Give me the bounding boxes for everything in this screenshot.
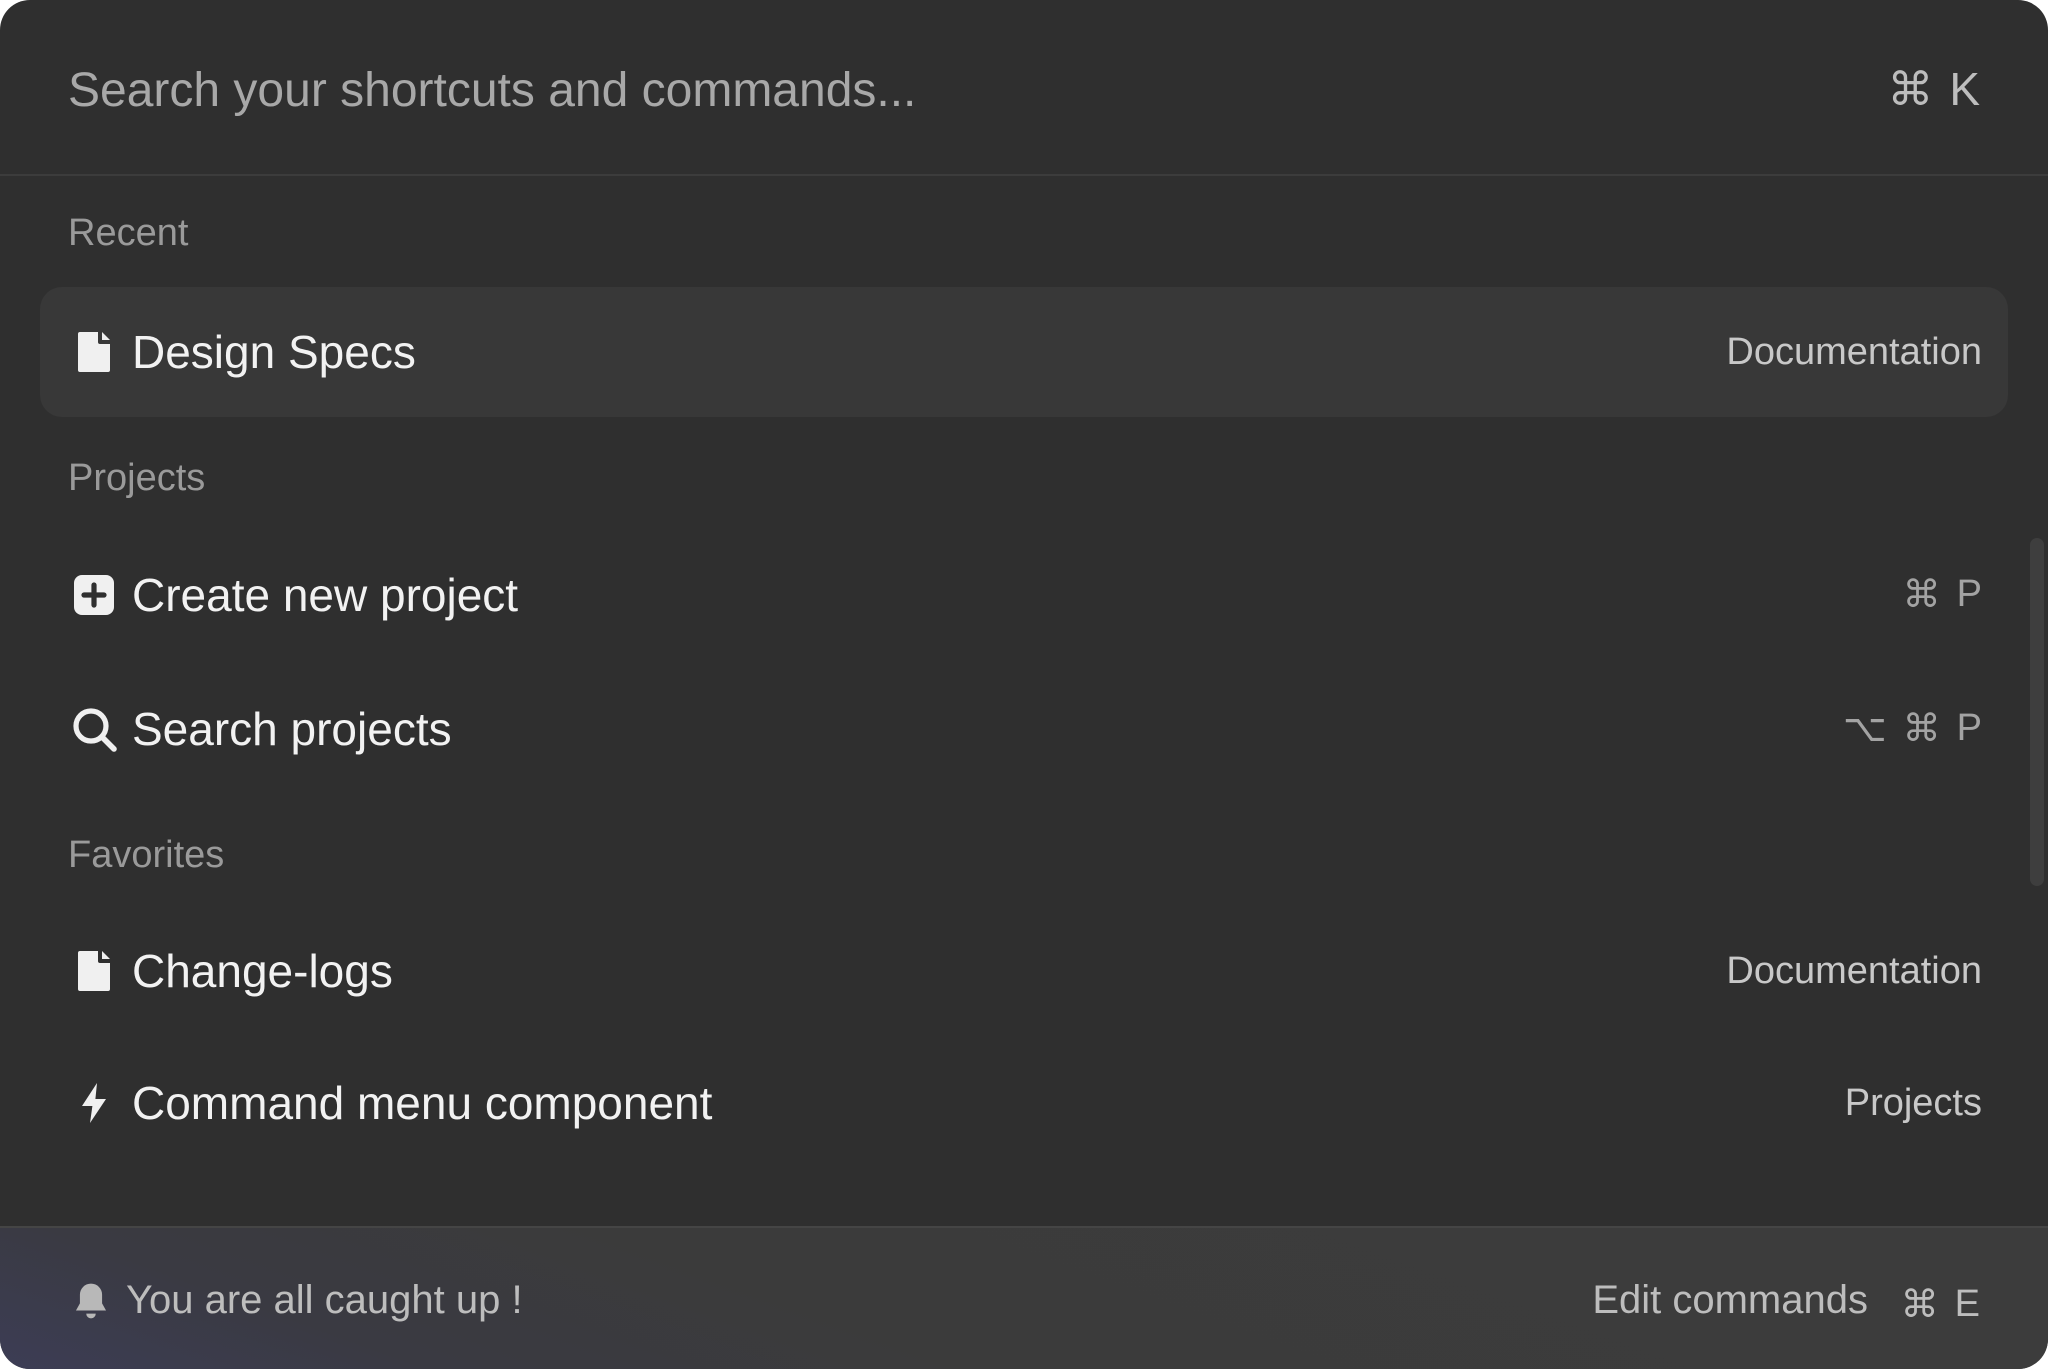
item-shortcut: ⌥ ⌘ P bbox=[1843, 706, 1982, 750]
command-key: ⌘ bbox=[1900, 1282, 1939, 1326]
search-shortcut: ⌘ K bbox=[1887, 62, 1980, 116]
p-key: P bbox=[1956, 572, 1982, 615]
item-label: Change-logs bbox=[132, 945, 393, 997]
edit-commands-button[interactable]: Edit commands bbox=[1592, 1278, 1868, 1323]
item-category: Projects bbox=[1844, 1082, 1982, 1124]
list-item-search-projects[interactable]: Search projects ⌥ ⌘ P bbox=[40, 664, 2008, 794]
plus-square-icon bbox=[74, 575, 114, 615]
command-palette: ⌘ K Recent Design Specs Documentation Pr… bbox=[0, 0, 2048, 1369]
item-label: Create new project bbox=[132, 569, 519, 621]
item-shortcut: ⌘ P bbox=[1903, 572, 1982, 616]
search-input[interactable] bbox=[68, 48, 1768, 132]
footer-bar: You are all caught up ! Edit commands ⌘ … bbox=[0, 1226, 2048, 1369]
notification-status: You are all caught up ! bbox=[126, 1278, 523, 1322]
item-category: Documentation bbox=[1726, 950, 1982, 992]
list-item-create-new-project[interactable]: Create new project ⌘ P bbox=[40, 530, 2008, 660]
bell-icon bbox=[75, 1283, 107, 1319]
lightning-icon bbox=[82, 1083, 106, 1123]
scrollbar[interactable] bbox=[2030, 538, 2044, 886]
command-key: ⌘ bbox=[1887, 62, 1934, 116]
option-key: ⌥ bbox=[1842, 706, 1887, 750]
section-label-favorites: Favorites bbox=[68, 834, 225, 876]
item-label: Search projects bbox=[132, 703, 452, 755]
search-bar: ⌘ K bbox=[0, 0, 2048, 176]
document-icon bbox=[78, 332, 110, 372]
section-label-recent: Recent bbox=[68, 212, 189, 254]
item-category: Documentation bbox=[1726, 331, 1982, 373]
search-icon bbox=[73, 708, 117, 752]
p-key: P bbox=[1956, 706, 1982, 749]
section-label-projects: Projects bbox=[68, 457, 206, 499]
command-key: ⌘ bbox=[1902, 706, 1941, 750]
command-key: ⌘ bbox=[1902, 572, 1941, 616]
k-key: K bbox=[1949, 63, 1980, 115]
list-item-command-menu-component[interactable]: Command menu component Projects bbox=[40, 1038, 2008, 1168]
document-icon bbox=[78, 951, 110, 991]
list-item-design-specs[interactable]: Design Specs Documentation bbox=[40, 287, 2008, 417]
list-item-change-logs[interactable]: Change-logs Documentation bbox=[40, 906, 2008, 1036]
item-label: Design Specs bbox=[132, 326, 416, 378]
e-key: E bbox=[1954, 1282, 1980, 1325]
item-label: Command menu component bbox=[132, 1077, 713, 1129]
edit-commands-shortcut: ⌘ E bbox=[1901, 1282, 1980, 1326]
